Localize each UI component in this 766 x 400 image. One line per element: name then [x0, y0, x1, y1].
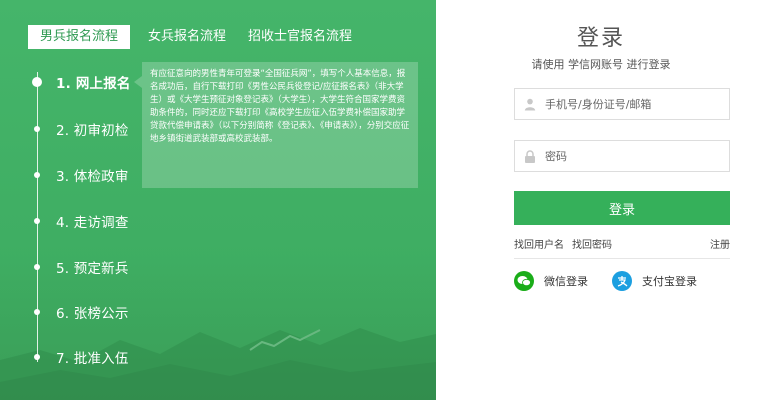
step-label: 5. 预定新兵 [56, 261, 129, 277]
wechat-login-label: 微信登录 [544, 275, 588, 288]
step-dot [32, 77, 42, 87]
step-label: 7. 批准入伍 [56, 351, 129, 367]
alipay-icon [612, 271, 632, 291]
tab-female-process[interactable]: 女兵报名流程 [148, 25, 226, 49]
username-field[interactable] [514, 88, 730, 120]
alipay-login-label: 支付宝登录 [642, 275, 697, 288]
step-label: 3. 体检政审 [56, 169, 129, 185]
step-public-notice[interactable]: 6. 张榜公示 [32, 302, 129, 322]
wechat-icon [514, 271, 534, 291]
step-label: 4. 走访调查 [56, 215, 129, 231]
alipay-login-button[interactable]: 支付宝登录 [612, 271, 697, 291]
find-password-link[interactable]: 找回密码 [572, 236, 612, 251]
step-dot [34, 218, 40, 224]
page: 男兵报名流程 女兵报名流程 招收士官报名流程 1. 网上报名 2. 初审初检 3… [0, 0, 766, 400]
step-description: 有应征意向的男性青年可登录“全国征兵网”，填写个人基本信息，报名成功后，自行下载… [142, 62, 418, 188]
step-home-visit[interactable]: 4. 走访调查 [32, 211, 129, 231]
step-dot [34, 309, 40, 315]
login-title: 登录 [576, 26, 625, 51]
login-subtitle: 请使用 学信网账号 进行登录 [531, 58, 671, 71]
password-input[interactable] [543, 141, 729, 171]
login-panel: 登录 请使用 学信网账号 进行登录 登录 找回用户名 找回密码 注册 微信 [436, 0, 766, 400]
tab-nco-process[interactable]: 招收士官报名流程 [248, 25, 352, 49]
step-preliminary-review[interactable]: 2. 初审初检 [32, 119, 129, 139]
step-enlistment-approval[interactable]: 7. 批准入伍 [32, 347, 129, 367]
tab-male-process[interactable]: 男兵报名流程 [28, 25, 131, 49]
divider [514, 258, 730, 259]
step-label: 2. 初审初检 [56, 123, 129, 139]
step-label: 6. 张榜公示 [56, 306, 129, 322]
wechat-login-button[interactable]: 微信登录 [514, 271, 588, 291]
step-dot [34, 354, 40, 360]
description-pointer [134, 76, 142, 88]
login-button[interactable]: 登录 [514, 191, 730, 225]
step-dot [34, 172, 40, 178]
step-online-registration[interactable]: 1. 网上报名 [32, 72, 131, 92]
find-username-link[interactable]: 找回用户名 [514, 236, 564, 251]
user-icon [523, 97, 537, 111]
lock-icon [523, 149, 537, 163]
register-link[interactable]: 注册 [710, 236, 730, 251]
password-field[interactable] [514, 140, 730, 172]
username-input[interactable] [543, 89, 729, 119]
step-dot [34, 126, 40, 132]
step-label: 1. 网上报名 [56, 76, 131, 92]
account-links: 找回用户名 找回密码 注册 [514, 236, 730, 251]
step-medical-political-review[interactable]: 3. 体检政审 [32, 165, 129, 185]
step-pre-selection[interactable]: 5. 预定新兵 [32, 257, 129, 277]
process-tabs: 男兵报名流程 女兵报名流程 招收士官报名流程 [28, 24, 374, 50]
process-panel: 男兵报名流程 女兵报名流程 招收士官报名流程 1. 网上报名 2. 初审初检 3… [0, 0, 436, 400]
step-dot [34, 264, 40, 270]
